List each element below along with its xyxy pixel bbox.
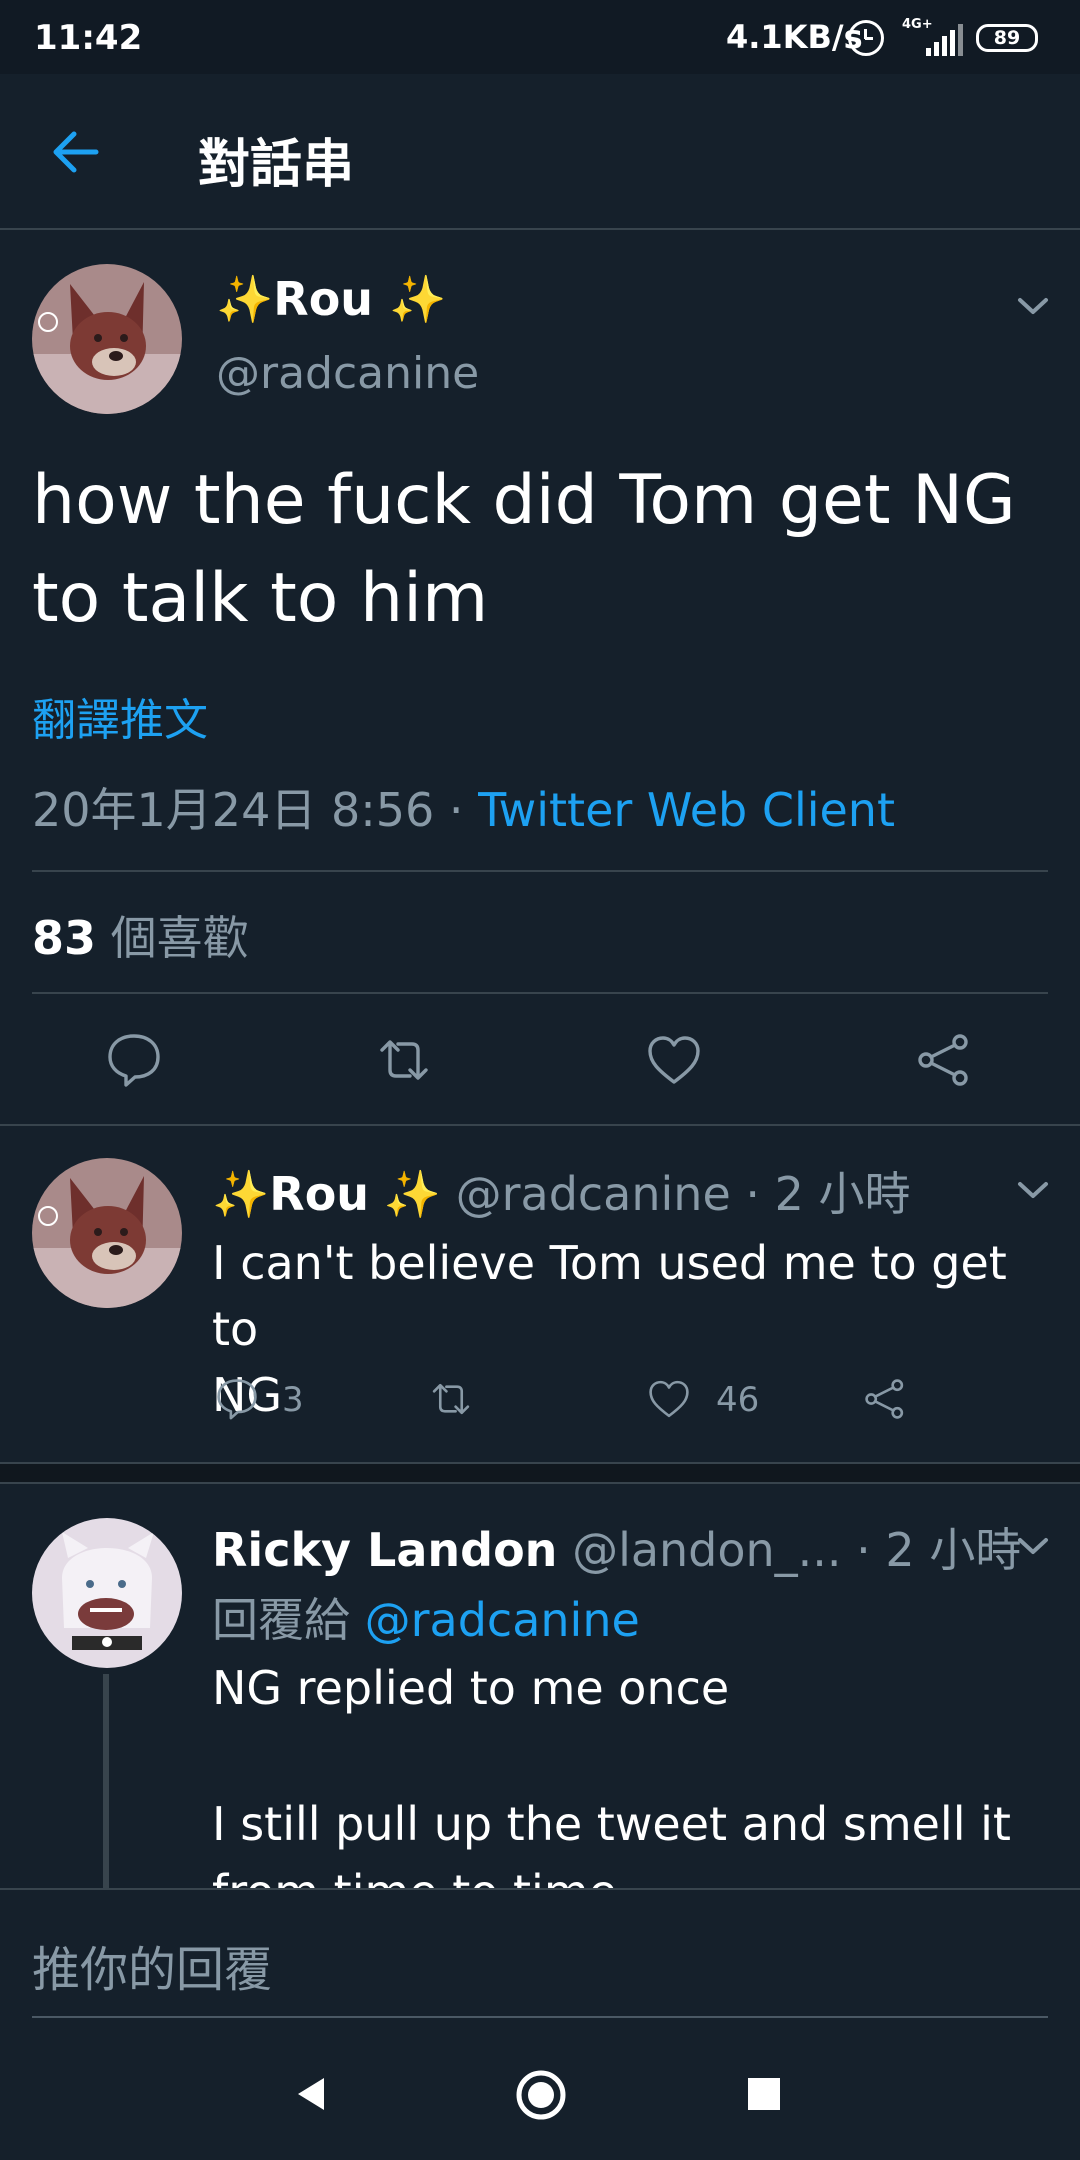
app-header: 對話串 [0,74,1080,230]
mention-link[interactable]: @radcanine [365,1593,640,1647]
alarm-icon [848,20,884,56]
reply-tweet[interactable]: ✨Rou ✨ @radcanine · 2 小時 I can't believe… [0,1126,1080,1462]
share-icon[interactable] [914,1030,974,1090]
sparkle-icon: ✨ [383,1167,441,1221]
reply-composer: 推你的回覆 [0,1888,1080,2030]
signal-icon [926,22,966,56]
page-title: 對話串 [198,135,355,195]
tweet-actions [0,1010,1080,1110]
nav-home-icon[interactable] [514,2068,568,2122]
back-arrow-icon[interactable] [50,130,100,174]
like-count: 46 [716,1380,760,1420]
retweet-icon[interactable] [428,1376,474,1422]
author-name[interactable]: Rou [269,1167,369,1221]
section-separator [0,1462,1080,1484]
likes-label: 個喜歡 [96,911,249,965]
author-name[interactable]: ✨Rou ✨ [216,272,446,327]
tweet-meta: 20年1月24日 8:56 · Twitter Web Client [32,774,895,840]
avatar[interactable] [32,1158,182,1308]
thread-line [103,1674,109,1888]
clock: 11:42 [34,18,143,58]
reply-input[interactable]: 推你的回覆 [32,1930,272,2000]
avatar[interactable] [32,264,182,414]
divider [32,992,1048,994]
sparkle-icon: ✨ [216,272,274,326]
system-nav-bar [0,2028,1080,2160]
reply-text: NG replied to me once I still pull up th… [212,1661,1011,1888]
nav-back-icon[interactable] [292,2074,332,2114]
replying-to: 回覆給 @radcanine [212,1593,640,1647]
chevron-down-icon[interactable] [1016,1180,1050,1200]
author-name[interactable]: Ricky Landon [212,1523,557,1577]
reply-header: ✨Rou ✨ @radcanine · 2 小時 [212,1158,911,1224]
battery-indicator: 89 [976,24,1038,52]
avatar[interactable] [32,1518,182,1668]
status-bar: 11:42 4.1KB/s 4G+ 89 [0,0,1080,74]
chevron-down-icon[interactable] [1016,1536,1050,1556]
like-heart-icon[interactable] [646,1376,692,1422]
likes-count: 83 [32,911,97,965]
reply-actions: 3 46 [0,1376,1080,1436]
like-heart-icon[interactable] [644,1030,704,1090]
author-handle: @landon_... [572,1523,842,1577]
retweet-icon[interactable] [374,1030,434,1090]
reply-header: Ricky Landon @landon_... · 2 小時 [212,1514,1021,1580]
sparkle-icon: ✨ [212,1167,270,1221]
input-underline [32,2016,1048,2018]
tweet-client-link[interactable]: Twitter Web Client [478,783,895,837]
share-icon[interactable] [862,1376,908,1422]
reply-tweet[interactable]: Ricky Landon @landon_... · 2 小時 回覆給 @rad… [0,1484,1080,1888]
sparkle-icon: ✨ [389,272,447,326]
tweet-text: how the fuck did Tom get NG to talk to h… [32,461,1016,638]
divider [32,870,1048,872]
reply-count: 3 [282,1380,304,1420]
tweet-time: · 2 小時 [841,1523,1022,1577]
tweet-date: 20年1月24日 8:56 · [32,783,479,837]
reply-icon[interactable] [104,1030,164,1090]
chevron-down-icon[interactable] [1016,296,1050,316]
translate-tweet-link[interactable]: 翻譯推文 [32,684,208,748]
reply-icon[interactable] [214,1376,260,1422]
network-speed: 4.1KB/s [726,18,863,56]
main-tweet: ✨Rou ✨ @radcanine how the fuck did Tom g… [0,230,1080,1126]
likes-summary[interactable]: 83 個喜歡 [32,902,249,968]
author-handle[interactable]: @radcanine [216,348,479,399]
nav-recents-icon[interactable] [746,2076,782,2112]
author-handle-time: @radcanine · 2 小時 [455,1167,911,1221]
